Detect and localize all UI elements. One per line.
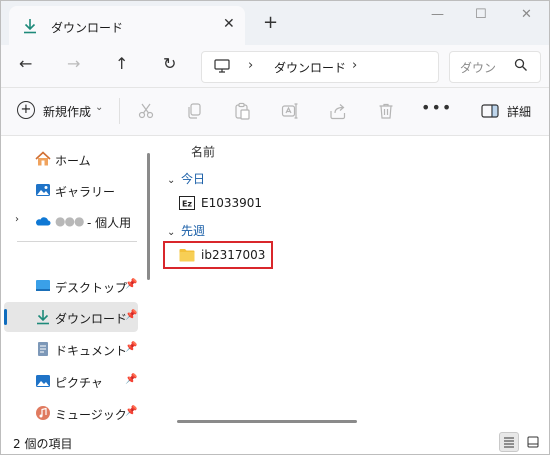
details-view-button[interactable] <box>499 432 519 452</box>
rename-icon[interactable] <box>281 102 299 120</box>
toolbar-divider <box>119 98 120 124</box>
tab-downloads[interactable]: ダウンロード ✕ <box>9 6 245 45</box>
sidebar-divider <box>17 241 137 242</box>
group-title: 今日 <box>181 172 206 186</box>
up-button[interactable]: ↑ <box>115 54 128 73</box>
svg-text:Ez: Ez <box>182 200 192 209</box>
chevron-right-icon[interactable]: › <box>15 214 19 225</box>
cut-icon[interactable] <box>137 102 155 120</box>
search-box[interactable]: ダウン <box>449 51 541 83</box>
tab-bar: ダウンロード ✕ + — ☐ ✕ <box>1 1 549 45</box>
item-count: 2 個の項目 <box>13 437 73 451</box>
search-placeholder: ダウン <box>460 61 497 75</box>
share-icon[interactable] <box>329 102 347 120</box>
paste-icon[interactable] <box>233 102 251 120</box>
computer-icon <box>214 59 230 73</box>
text-file-icon: Ez <box>179 196 195 210</box>
sidebar-item-label: ホーム <box>55 154 91 168</box>
file-name: E1033901 <box>201 196 263 210</box>
breadcrumb-separator[interactable]: › <box>352 58 357 73</box>
chevron-down-icon: ⌄ <box>167 175 176 186</box>
sidebar-item-home[interactable]: ホーム <box>1 144 141 174</box>
sidebar-item-desktop[interactable]: デスクトップ 📌 <box>1 271 141 301</box>
more-options-button[interactable]: ••• <box>421 98 452 117</box>
address-bar[interactable]: › ダウンロード › <box>201 51 439 83</box>
sidebar-item-label: ダウンロード <box>55 312 128 326</box>
minimize-button[interactable]: — <box>431 7 444 22</box>
sidebar-item-pictures[interactable]: ピクチャ 📌 <box>1 366 141 396</box>
trash-icon[interactable] <box>377 102 395 120</box>
content-scrollbar[interactable] <box>177 420 357 423</box>
details-label: 詳細 <box>507 105 532 119</box>
back-button[interactable]: ← <box>19 54 32 73</box>
pin-icon: 📌 <box>125 310 138 321</box>
group-header-last-week[interactable]: ⌄ 先週 <box>167 222 205 239</box>
music-icon <box>36 406 50 420</box>
pin-icon: 📌 <box>125 374 138 385</box>
copy-icon[interactable] <box>185 102 203 120</box>
pin-icon: 📌 <box>125 279 138 290</box>
sidebar-item-onedrive[interactable]: › ●●● - 個人用 <box>1 206 141 236</box>
file-list: 名前 ⌄ 今日 Ez E1033901 ⌄ 先週 ib2317003 <box>159 136 549 431</box>
documents-icon <box>38 342 48 356</box>
new-tab-button[interactable]: + <box>263 12 278 33</box>
download-icon <box>37 310 49 325</box>
tiles-view-icon <box>527 436 539 448</box>
status-bar: 2 個の項目 <box>1 431 549 454</box>
window-close-button[interactable]: ✕ <box>521 7 532 22</box>
navigation-pane: ホーム ギャラリー › ●●● - 個人用 デスクトップ 📌 ダウンロード 📌 … <box>1 136 151 431</box>
chevron-down-icon: ⌄ <box>167 227 176 238</box>
home-icon <box>35 151 51 166</box>
sidebar-item-downloads[interactable]: ダウンロード 📌 <box>4 302 138 332</box>
sidebar-item-documents[interactable]: ドキュメント 📌 <box>1 334 141 364</box>
pin-icon: 📌 <box>125 342 138 353</box>
sidebar-item-label: - 個人用 <box>87 216 132 230</box>
folder-icon <box>179 249 195 262</box>
gallery-icon <box>36 184 50 196</box>
blurred-account-name: ●●● <box>55 214 84 228</box>
navigation-bar: ← → ↑ ↻ › ダウンロード › ダウン <box>1 45 549 87</box>
sidebar-item-gallery[interactable]: ギャラリー <box>1 175 141 205</box>
pictures-icon <box>36 375 50 387</box>
search-icon <box>514 58 527 71</box>
sidebar-item-music[interactable]: ミュージック 📌 <box>1 398 141 428</box>
chevron-down-icon: ⌄ <box>95 102 104 113</box>
sidebar-item-label: デスクトップ <box>55 281 128 295</box>
download-icon <box>24 19 36 34</box>
sidebar-item-label: ドキュメント <box>55 344 128 358</box>
onedrive-icon <box>36 217 51 226</box>
file-explorer-window: ダウンロード ✕ + — ☐ ✕ ← → ↑ ↻ › ダウンロード › ダウン <box>0 0 550 455</box>
command-bar: + 新規作成 ⌄ ••• 詳細 <box>1 88 549 135</box>
tab-close-button[interactable]: ✕ <box>223 16 235 32</box>
group-title: 先週 <box>181 224 206 238</box>
breadcrumb-separator[interactable]: › <box>248 58 253 73</box>
breadcrumb-downloads[interactable]: ダウンロード <box>274 59 346 76</box>
group-header-today[interactable]: ⌄ 今日 <box>167 170 205 187</box>
pin-icon: 📌 <box>125 406 138 417</box>
tiles-view-button[interactable] <box>523 432 543 452</box>
desktop-icon <box>36 280 50 291</box>
details-pane-icon <box>481 104 499 118</box>
sidebar-item-label: ピクチャ <box>55 376 103 390</box>
sidebar-item-label: ミュージック <box>55 408 127 422</box>
sidebar-scrollbar[interactable] <box>147 153 150 280</box>
sidebar-item-label: ギャラリー <box>55 185 116 199</box>
maximize-button[interactable]: ☐ <box>475 7 487 22</box>
plus-icon: + <box>17 101 35 119</box>
new-button-label: 新規作成 <box>43 105 92 119</box>
refresh-button[interactable]: ↻ <box>163 54 176 73</box>
forward-button[interactable]: → <box>67 54 80 73</box>
column-header-name[interactable]: 名前 <box>191 143 215 160</box>
tab-title: ダウンロード <box>51 21 124 35</box>
list-view-icon <box>504 437 514 448</box>
folder-name: ib2317003 <box>201 248 266 262</box>
